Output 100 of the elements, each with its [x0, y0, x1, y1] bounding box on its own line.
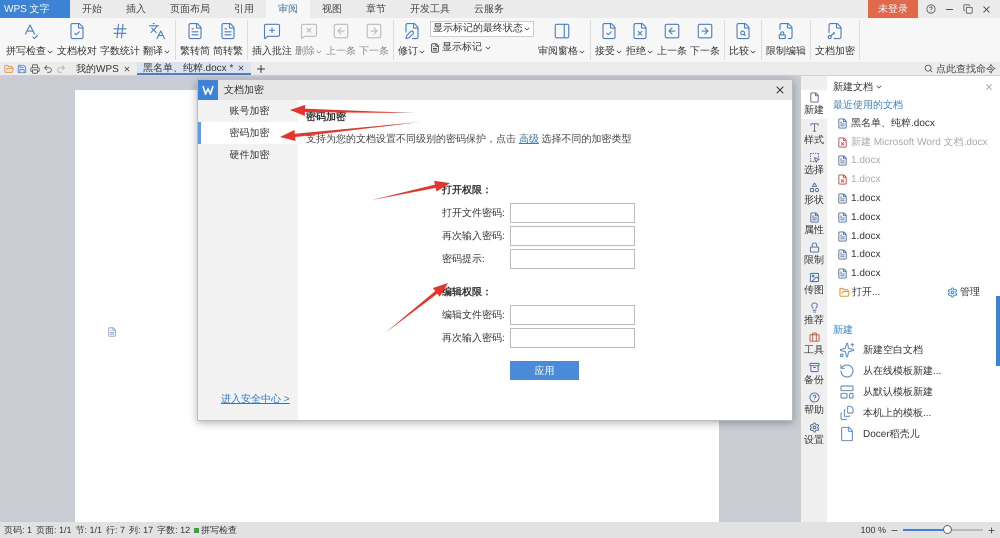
hash-icon [111, 22, 129, 40]
markup-select[interactable]: 显示标记的最终状态 [430, 21, 534, 37]
restore-icon[interactable] [963, 4, 973, 14]
side-tab[interactable]: 传图 [801, 270, 827, 299]
ribbon-tab[interactable]: 引用 [222, 0, 266, 18]
print-icon[interactable] [30, 64, 40, 74]
side-tab[interactable]: 推荐 [801, 300, 827, 329]
ribbon-button[interactable]: 繁转简 [179, 20, 211, 60]
password-field[interactable] [510, 226, 635, 246]
side-tab[interactable]: 限制 [801, 240, 827, 269]
security-center-link[interactable]: 进入安全中心 > [221, 394, 290, 405]
shapes-icon [808, 182, 820, 193]
ribbon-tab[interactable]: 开始 [70, 0, 114, 18]
status-item: 页面: 1/1 [36, 524, 72, 536]
side-tab[interactable]: 工具 [801, 330, 827, 359]
document-check-icon [68, 22, 86, 40]
ribbon-button[interactable]: 比较 [728, 20, 758, 60]
side-tab[interactable]: 样式 [801, 120, 827, 149]
apply-button[interactable]: 应用 [510, 361, 579, 380]
nav-item[interactable]: 密码加密 [198, 122, 298, 144]
template-icon [839, 384, 855, 400]
undo-icon[interactable] [43, 64, 53, 74]
document-icon [186, 22, 204, 40]
comment-delete-icon [300, 22, 318, 40]
new-option[interactable]: 从默认模板新建 [833, 381, 994, 402]
new-option[interactable]: 本机上的模板... [833, 402, 994, 424]
ribbon-button[interactable]: 上一条 [656, 20, 688, 60]
new-option[interactable]: 从在线模板新建... [833, 360, 994, 382]
pane-title[interactable]: 新建文档 [833, 80, 883, 94]
password-field[interactable] [510, 249, 635, 269]
app-menu-button[interactable]: WPS 文字 [0, 0, 70, 18]
ribbon-tab[interactable]: 视图 [310, 0, 354, 18]
ribbon-button[interactable]: 翻译 [142, 20, 172, 60]
document-search-icon [734, 22, 752, 40]
manage-button[interactable]: 管理 [947, 286, 980, 300]
new-tab-icon[interactable] [255, 62, 268, 74]
side-tab[interactable]: 设置 [801, 420, 827, 449]
ribbon-tab[interactable]: 开发工具 [398, 0, 462, 18]
ribbon-button[interactable]: 插入批注 [251, 20, 293, 60]
side-tab[interactable]: 帮助 [801, 390, 827, 419]
document-icon [837, 249, 848, 260]
help-icon[interactable] [926, 4, 936, 14]
document-icon [837, 212, 848, 223]
recent-file[interactable]: 1.docx [833, 226, 994, 246]
recent-file[interactable]: 1.docx [833, 264, 994, 284]
broken-document-icon [837, 174, 848, 186]
ribbon-tab[interactable]: 云服务 [462, 0, 516, 18]
ribbon-tab[interactable]: 章节 [354, 0, 398, 18]
close-icon[interactable] [122, 64, 131, 72]
zoom-value: 100 % [860, 525, 886, 535]
show-markup-button[interactable]: 显示标记 [430, 41, 534, 54]
close-icon[interactable] [237, 64, 246, 72]
ribbon-tab[interactable]: 页面布局 [158, 0, 222, 18]
save-icon[interactable] [17, 64, 27, 74]
ribbon-tab[interactable]: 插入 [114, 0, 158, 18]
scrollbar[interactable] [996, 296, 1000, 366]
side-tab[interactable]: 形状 [801, 180, 827, 209]
ribbon-button[interactable]: 字数统计 [99, 20, 141, 60]
ribbon-button[interactable]: 审阅窗格 [537, 20, 587, 60]
ribbon-button[interactable]: 文档加密 [814, 20, 856, 60]
ribbon-button[interactable]: 拒绝 [625, 20, 655, 60]
document-icon [837, 118, 848, 129]
new-option[interactable]: Docer稻壳儿 [833, 423, 994, 444]
password-field[interactable] [510, 203, 635, 223]
recent-file[interactable]: 黑名单、纯粹.docx [833, 114, 994, 133]
nav-item[interactable]: 账号加密 [198, 100, 298, 122]
document-reject-icon [631, 22, 649, 40]
document-tab[interactable]: 我的WPS [70, 62, 137, 75]
ribbon-button[interactable]: 下一条 [689, 20, 721, 60]
ribbon-button[interactable]: 限制编辑 [765, 20, 807, 60]
recent-file[interactable]: 1.docx [833, 246, 994, 264]
password-field[interactable] [510, 305, 635, 325]
document-tab[interactable]: 黑名单、纯粹.docx * [136, 62, 252, 75]
advanced-link[interactable]: 高级 [518, 134, 539, 145]
ribbon-tab[interactable]: 审阅 [266, 0, 310, 18]
password-field[interactable] [510, 328, 635, 348]
close-icon[interactable] [981, 4, 992, 14]
ribbon-button[interactable]: 修订 [397, 20, 427, 60]
recent-file[interactable]: 1.docx [833, 208, 994, 227]
side-tab[interactable]: 属性 [801, 210, 827, 239]
command-search[interactable]: 点此查找命令 [920, 62, 1000, 75]
ribbon-button[interactable]: 简转繁 [212, 20, 244, 60]
nav-item[interactable]: 硬件加密 [198, 144, 298, 166]
recent-file[interactable]: 1.docx [833, 189, 994, 208]
open-button[interactable]: 打开... [839, 286, 880, 300]
ribbon-button[interactable]: 文档校对 [56, 20, 98, 60]
description-text: 支持为您的文档设置不同级别的密码保护，点击 高级 选择不同的加密类型 [306, 132, 633, 146]
spell-check-status[interactable]: 拼写检查 [194, 524, 238, 536]
side-tab[interactable]: 选择 [801, 150, 827, 179]
ribbon-button[interactable]: 拼写检查 [5, 20, 55, 60]
close-icon[interactable] [774, 84, 786, 96]
document-icon [839, 426, 855, 442]
panel-icon [553, 22, 571, 40]
new-option[interactable]: 新建空白文档 [833, 339, 994, 360]
side-tab[interactable]: 备份 [801, 360, 827, 389]
side-tab[interactable]: 新建 [801, 90, 827, 119]
image-icon [808, 272, 820, 283]
recent-title: 最近使用的文档 [833, 98, 904, 112]
ribbon-button[interactable]: 接受 [594, 20, 624, 60]
zoom-in-icon[interactable] [987, 526, 996, 534]
